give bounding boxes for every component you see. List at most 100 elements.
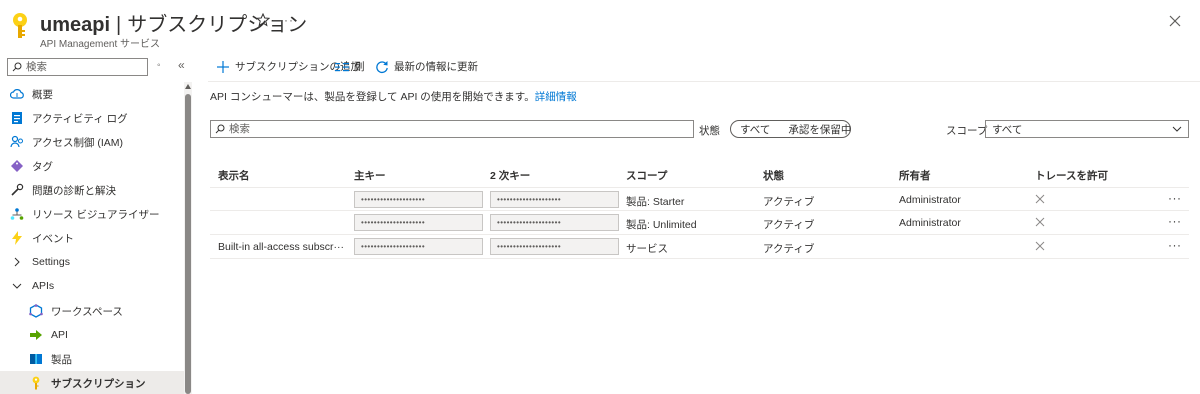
lightning-icon [10,231,24,245]
learn-more-link[interactable]: 詳細情報 [535,91,577,103]
sidebar-scroll-thumb[interactable] [185,94,191,394]
sidebar-item-label: アクティビティ ログ [32,112,128,125]
owner-cell: Administrator [899,217,961,229]
scope-filter-label: スコープ [946,125,988,137]
owner-cell: Administrator [899,194,961,206]
sidebar-item-products[interactable]: 製品 [0,347,184,371]
star-icon[interactable] [256,13,270,27]
sidebar-item-events[interactable]: イベント [0,226,184,250]
sidebar-item-subscriptions[interactable]: サブスクリプション [0,371,184,394]
primary-key-field[interactable]: •••••••••••••••••••• [354,214,483,231]
table-row[interactable]: Built-in all-access subscr··· ••••••••••… [210,235,1189,259]
sidebar-item-iam[interactable]: アクセス制御 (IAM) [0,130,184,154]
sidebar-item-settings[interactable]: Settings [0,250,184,274]
sidebar-item-visualizer[interactable]: リソース ビジュアライザー [0,202,184,226]
tag-icon [10,159,24,173]
state-filter-toggle: すべて 承認を保留中 [730,120,851,138]
column-header-scope[interactable]: スコープ [626,168,667,183]
resource-name: umeapi [40,14,111,36]
sidebar-item-label: 問題の診断と解決 [32,184,116,197]
title-separator: | [116,14,122,36]
sidebar-item-label: API [51,329,68,341]
scope-cell: サービス [626,243,668,255]
iam-users-icon [10,135,24,149]
secondary-key-field[interactable]: •••••••••••••••••••• [490,238,619,255]
more-options-button[interactable]: ··· [279,13,294,27]
cloud-overview-icon [10,87,24,101]
state-filter-label: 状態 [699,125,720,137]
sidebar-search[interactable] [7,58,148,76]
key-icon [29,376,43,390]
column-header-state[interactable]: 状態 [763,168,784,183]
filter-search-input[interactable] [229,123,679,135]
plus-icon [216,60,230,74]
search-icon [12,62,22,72]
wrench-icon [10,183,24,197]
scroll-up-arrow-icon[interactable] [185,84,191,89]
columns-label: 列 [354,61,365,73]
activity-log-icon [10,111,24,125]
scope-dropdown-value: すべて [992,123,1023,136]
sidebar-item-label: タグ [32,160,53,173]
column-header-allow-trace[interactable]: トレースを許可 [1035,168,1108,183]
collapse-sidebar-icon[interactable]: « [178,58,185,72]
sidebar-item-workspaces[interactable]: ワークスペース [0,299,184,323]
table-row[interactable]: •••••••••••••••••••• •••••••••••••••••••… [210,187,1189,211]
chevron-down-icon [1172,126,1182,132]
sidebar-options-icon[interactable]: ◦ [157,60,161,71]
sidebar-item-diagnose[interactable]: 問題の診断と解決 [0,178,184,202]
close-icon[interactable] [1168,14,1182,28]
sidebar-item-label: 製品 [51,353,72,366]
product-icon [29,352,43,366]
sidebar-item-apis[interactable]: APIs [0,274,184,298]
sidebar-item-activity-log[interactable]: アクティビティ ログ [0,106,184,130]
sidebar-item-label: サブスクリプション [51,377,146,390]
sidebar-item-label: リソース ビジュアライザー [32,208,160,221]
sidebar-item-overview[interactable]: 概要 [0,82,184,106]
refresh-icon [375,60,389,74]
row-more-button[interactable]: ··· [1168,214,1182,228]
sidebar-search-input[interactable] [26,61,136,73]
sidebar-item-label: ワークスペース [51,305,123,318]
row-more-button[interactable]: ··· [1168,238,1182,252]
page-subtitle: API Management サービス [40,39,161,50]
description: API コンシューマーは、製品を登録して API の使用を開始できます。詳細情報 [210,89,577,104]
sidebar-item-api[interactable]: API [0,323,184,347]
column-header-owner[interactable]: 所有者 [899,168,931,183]
workspace-icon [29,304,43,318]
row-more-button[interactable]: ··· [1168,191,1182,205]
columns-button[interactable]: 列 [335,59,365,74]
sidebar-item-label: 概要 [32,88,53,101]
table-row[interactable]: •••••••••••••••••••• •••••••••••••••••••… [210,211,1189,235]
primary-key-field[interactable]: •••••••••••••••••••• [354,191,483,208]
sidebar-item-tags[interactable]: タグ [0,154,184,178]
display-name-cell: Built-in all-access subscr··· [218,241,345,253]
description-text: API コンシューマーは、製品を登録して API の使用を開始できます。 [210,91,535,103]
sidebar-item-label: APIs [32,280,55,292]
state-option-all[interactable]: すべて [731,122,779,137]
secondary-key-field[interactable]: •••••••••••••••••••• [490,191,619,208]
column-header-primary-key[interactable]: 主キー [354,168,386,183]
column-header-display-name[interactable]: 表示名 [218,168,250,183]
x-mark-icon [1035,217,1045,227]
refresh-button[interactable]: 最新の情報に更新 [375,59,478,74]
x-mark-icon [1035,194,1045,204]
sidebar-item-label: アクセス制御 (IAM) [32,136,124,149]
search-icon [215,124,225,134]
state-cell: アクティブ [763,219,815,231]
x-mark-icon [1035,241,1045,251]
sidebar-item-label: イベント [32,232,74,245]
state-cell: アクティブ [763,196,815,208]
sidebar-item-label: Settings [32,256,70,268]
filter-search[interactable] [210,120,694,138]
secondary-key-field[interactable]: •••••••••••••••••••• [490,214,619,231]
state-option-pending[interactable]: 承認を保留中 [779,122,860,137]
key-icon [13,13,27,38]
state-cell: アクティブ [763,243,815,255]
primary-key-field[interactable]: •••••••••••••••••••• [354,238,483,255]
scope-cell: 製品: Starter [626,196,685,208]
chevron-right-icon [10,255,24,269]
chevron-down-icon [10,279,24,293]
column-header-secondary-key[interactable]: 2 次キー [490,168,530,183]
scope-dropdown[interactable]: すべて [985,120,1189,138]
